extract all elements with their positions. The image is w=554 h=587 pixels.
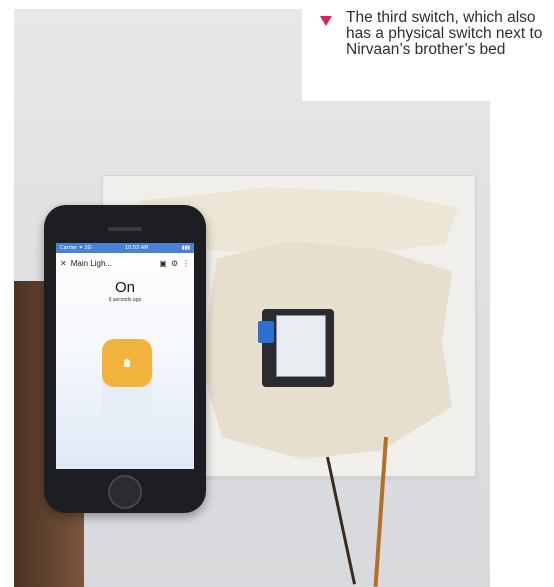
app-title: Main Ligh... xyxy=(70,258,113,268)
relay-module xyxy=(276,315,326,377)
toggle-on-segment[interactable] xyxy=(102,339,152,387)
bulb-icon xyxy=(124,359,130,367)
caption-box: The third switch, which also has a physi… xyxy=(302,0,554,101)
status-battery: ▮▮▮ xyxy=(181,245,190,251)
caption-text: The third switch, which also has a physi… xyxy=(346,9,543,58)
smartphone: Carrier ✦ 3G 10:53 AM ▮▮▮ ✕ Main Ligh...… xyxy=(44,205,206,513)
close-icon[interactable]: ✕ xyxy=(60,259,67,268)
status-time: 10:53 AM xyxy=(124,245,149,251)
more-icon[interactable]: ⋮ xyxy=(182,259,190,268)
app-bar: ✕ Main Ligh... ▣ ⚙ ⋮ xyxy=(56,253,194,273)
phone-speaker xyxy=(108,227,142,231)
phone-screen: Carrier ✦ 3G 10:53 AM ▮▮▮ ✕ Main Ligh...… xyxy=(56,243,194,469)
relay-module-blue xyxy=(258,321,274,343)
state-time: 6 seconds ago xyxy=(108,297,142,303)
home-button xyxy=(108,475,142,509)
status-carrier: Carrier ✦ 3G xyxy=(60,245,92,251)
gear-icon[interactable]: ⚙ xyxy=(171,259,178,268)
status-bar: Carrier ✦ 3G 10:53 AM ▮▮▮ xyxy=(56,243,194,253)
light-toggle[interactable] xyxy=(102,339,152,435)
triangle-marker-icon xyxy=(320,16,332,26)
state-label: On xyxy=(114,279,135,296)
box-icon[interactable]: ▣ xyxy=(159,259,167,268)
